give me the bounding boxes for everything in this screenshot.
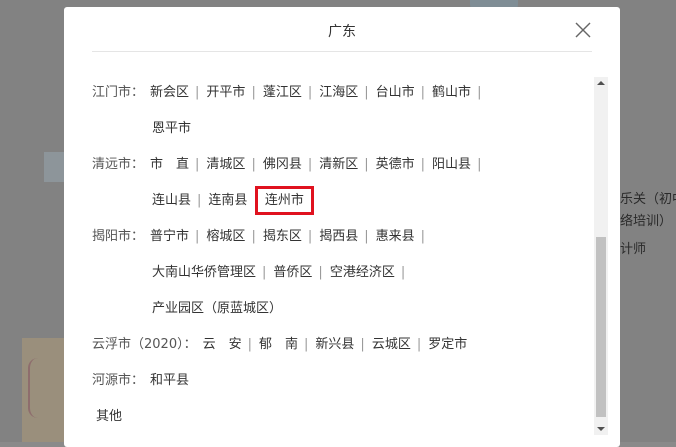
- separator: |: [251, 85, 256, 100]
- city-label: 河源市：: [92, 373, 145, 388]
- district-link[interactable]: 蓬江区: [263, 85, 302, 100]
- district-link[interactable]: 市 直: [150, 157, 189, 172]
- title-divider: [92, 51, 592, 52]
- district-link[interactable]: 其他: [96, 409, 122, 424]
- close-icon: [575, 22, 591, 38]
- district-link[interactable]: 佛冈县: [263, 157, 302, 172]
- city-label: 揭阳市：: [92, 229, 145, 244]
- region-modal: 广东 江门市： 新会区 | 开平市 | 蓬江区 | 江海区 | 台山市 | 鹤山市 | 恩平市清远市： 市 …: [64, 7, 620, 447]
- district-link[interactable]: 云 安: [203, 337, 242, 352]
- district-link[interactable]: 新会区: [150, 85, 189, 100]
- separator: |: [304, 337, 309, 352]
- district-list: 其他: [96, 405, 122, 429]
- city-label: 清远市：: [92, 157, 145, 172]
- background-map-fragment: [44, 152, 64, 182]
- district-link[interactable]: 连南县: [208, 193, 247, 208]
- district-link[interactable]: 江海区: [319, 85, 358, 100]
- separator: |: [307, 85, 313, 100]
- district-link[interactable]: 揭西县: [319, 229, 358, 244]
- district-link[interactable]: 清城区: [206, 157, 245, 172]
- region-row: 河源市： 和平县: [92, 369, 592, 393]
- district-link[interactable]: 和平县: [150, 373, 189, 388]
- district-list: 和平县: [150, 369, 189, 393]
- region-row: 产业园区（原蓝城区）: [92, 297, 592, 321]
- separator: |: [307, 229, 313, 244]
- district-link[interactable]: 鹤山市: [432, 85, 471, 100]
- separator: |: [360, 337, 365, 352]
- district-link[interactable]: 普宁市: [150, 229, 189, 244]
- separator: |: [197, 193, 202, 208]
- district-link[interactable]: 普侨区: [273, 265, 312, 280]
- separator: |: [262, 265, 267, 280]
- background-text: 络培训）: [620, 214, 673, 229]
- separator: |: [477, 157, 482, 172]
- district-list: 产业园区（原蓝城区）: [152, 297, 282, 321]
- district-link[interactable]: 罗定市: [428, 337, 467, 352]
- district-link[interactable]: 惠来县: [376, 229, 415, 244]
- separator: |: [251, 229, 256, 244]
- scroll-thumb[interactable]: [596, 237, 606, 417]
- district-link[interactable]: 榕城区: [206, 229, 245, 244]
- region-row: 江门市： 新会区 | 开平市 | 蓬江区 | 江海区 | 台山市 | 鹤山市 |: [92, 81, 592, 105]
- separator: |: [420, 229, 426, 244]
- separator: |: [251, 157, 256, 172]
- separator: |: [364, 85, 369, 100]
- district-list: 普宁市 | 榕城区 | 揭东区 | 揭西县 | 惠来县 |: [150, 225, 432, 249]
- region-row: 其他: [92, 405, 592, 429]
- district-link[interactable]: 阳山县: [432, 157, 471, 172]
- region-row: 清远市： 市 直 | 清城区 | 佛冈县 | 清新区 | 英德市 | 阳山县 |: [92, 153, 592, 177]
- background-text: 计师: [620, 242, 647, 257]
- district-link[interactable]: 大南山华侨管理区: [152, 265, 256, 280]
- district-list: 大南山华侨管理区 | 普侨区 | 空港经济区 |: [152, 261, 412, 285]
- region-row: 揭阳市： 普宁市 | 榕城区 | 揭东区 | 揭西县 | 惠来县 |: [92, 225, 592, 249]
- district-link[interactable]: 台山市: [376, 85, 415, 100]
- region-row: 大南山华侨管理区 | 普侨区 | 空港经济区 |: [92, 261, 592, 285]
- district-link[interactable]: 云城区: [372, 337, 411, 352]
- scrollbar[interactable]: [594, 77, 608, 435]
- district-list: 恩平市: [152, 117, 191, 141]
- modal-title: 广东: [328, 24, 356, 40]
- city-label: 云浮市（2020）：: [92, 337, 197, 352]
- highlight-box: [254, 186, 314, 215]
- separator: |: [420, 85, 426, 100]
- separator: |: [400, 265, 406, 280]
- district-link[interactable]: 清新区: [319, 157, 358, 172]
- district-link[interactable]: 产业园区（原蓝城区）: [152, 301, 282, 316]
- district-list: 市 直 | 清城区 | 佛冈县 | 清新区 | 英德市 | 阳山县 |: [150, 153, 488, 177]
- separator: |: [247, 337, 252, 352]
- separator: |: [364, 157, 369, 172]
- district-link[interactable]: 英德市: [376, 157, 415, 172]
- district-link[interactable]: 新兴县: [315, 337, 354, 352]
- separator: |: [477, 85, 482, 100]
- region-row: 恩平市: [92, 117, 592, 141]
- district-list: 云 安 | 郁 南 | 新兴县 | 云城区 | 罗定市: [203, 333, 468, 357]
- district-link[interactable]: 开平市: [206, 85, 245, 100]
- city-label: 江门市：: [92, 85, 145, 100]
- background-text: 乐关（初中: [620, 192, 676, 207]
- district-link[interactable]: 恩平市: [152, 121, 191, 136]
- district-list: 新会区 | 开平市 | 蓬江区 | 江海区 | 台山市 | 鹤山市 |: [150, 81, 488, 105]
- district-link[interactable]: 郁 南: [259, 337, 298, 352]
- background-map-fragment: [22, 338, 64, 442]
- district-link[interactable]: 揭东区: [263, 229, 302, 244]
- region-row: 云浮市（2020）： 云 安 | 郁 南 | 新兴县 | 云城区 | 罗定市: [92, 333, 592, 357]
- district-link[interactable]: 连山县: [152, 193, 191, 208]
- scroll-down-arrow-icon[interactable]: [594, 423, 608, 435]
- close-button[interactable]: [573, 20, 593, 40]
- separator: |: [195, 157, 200, 172]
- separator: |: [195, 85, 200, 100]
- district-link[interactable]: 空港经济区: [330, 265, 395, 280]
- separator: |: [420, 157, 426, 172]
- separator: |: [195, 229, 200, 244]
- separator: |: [364, 229, 369, 244]
- separator: |: [416, 337, 422, 352]
- scroll-up-arrow-icon[interactable]: [594, 77, 608, 89]
- separator: |: [318, 265, 323, 280]
- separator: |: [307, 157, 313, 172]
- region-row: 连山县 | 连南县 | 连州市: [92, 189, 592, 213]
